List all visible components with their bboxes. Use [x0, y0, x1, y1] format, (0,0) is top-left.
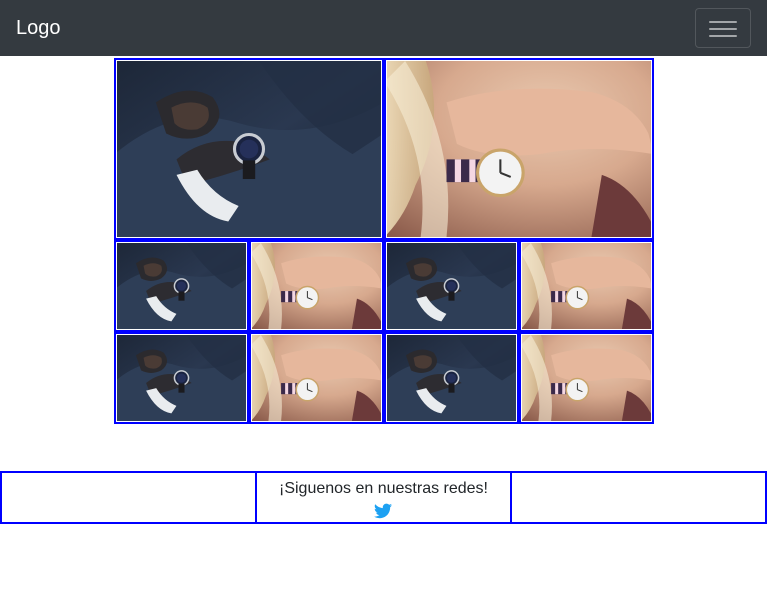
man-watch-photo	[387, 335, 516, 421]
gallery-item-man-watch[interactable]	[384, 240, 519, 332]
hamburger-menu-button[interactable]	[695, 8, 751, 48]
gallery-item-man-watch[interactable]	[114, 332, 249, 424]
man-watch-photo	[117, 61, 381, 237]
footer: ¡Siguenos en nuestras redes!	[0, 471, 767, 524]
woman-watch-photo	[387, 61, 651, 237]
gallery-item-woman-watch[interactable]	[519, 240, 654, 332]
gallery-item-man-watch[interactable]	[114, 240, 249, 332]
gallery-item-woman-watch[interactable]	[249, 332, 384, 424]
woman-watch-photo	[522, 243, 651, 329]
gallery-item-man-watch-large[interactable]	[114, 58, 384, 240]
gallery-item-woman-watch[interactable]	[519, 332, 654, 424]
woman-watch-photo	[522, 335, 651, 421]
gallery-item-woman-watch[interactable]	[249, 240, 384, 332]
navbar: Logo	[0, 0, 767, 56]
image-gallery	[114, 58, 654, 424]
gallery-item-man-watch[interactable]	[384, 332, 519, 424]
footer-column-left	[0, 471, 257, 524]
man-watch-photo	[387, 243, 516, 329]
follow-us-text: ¡Siguenos en nuestras redes!	[278, 480, 488, 497]
brand-logo[interactable]: Logo	[16, 15, 61, 41]
twitter-link[interactable]	[374, 503, 392, 519]
footer-column-center: ¡Siguenos en nuestras redes!	[255, 471, 512, 524]
footer-column-right	[510, 471, 767, 524]
twitter-icon	[374, 503, 392, 519]
man-watch-photo	[117, 243, 246, 329]
gallery-item-woman-watch-large[interactable]	[384, 58, 654, 240]
man-watch-photo	[117, 335, 246, 421]
woman-watch-photo	[252, 335, 381, 421]
woman-watch-photo	[252, 243, 381, 329]
